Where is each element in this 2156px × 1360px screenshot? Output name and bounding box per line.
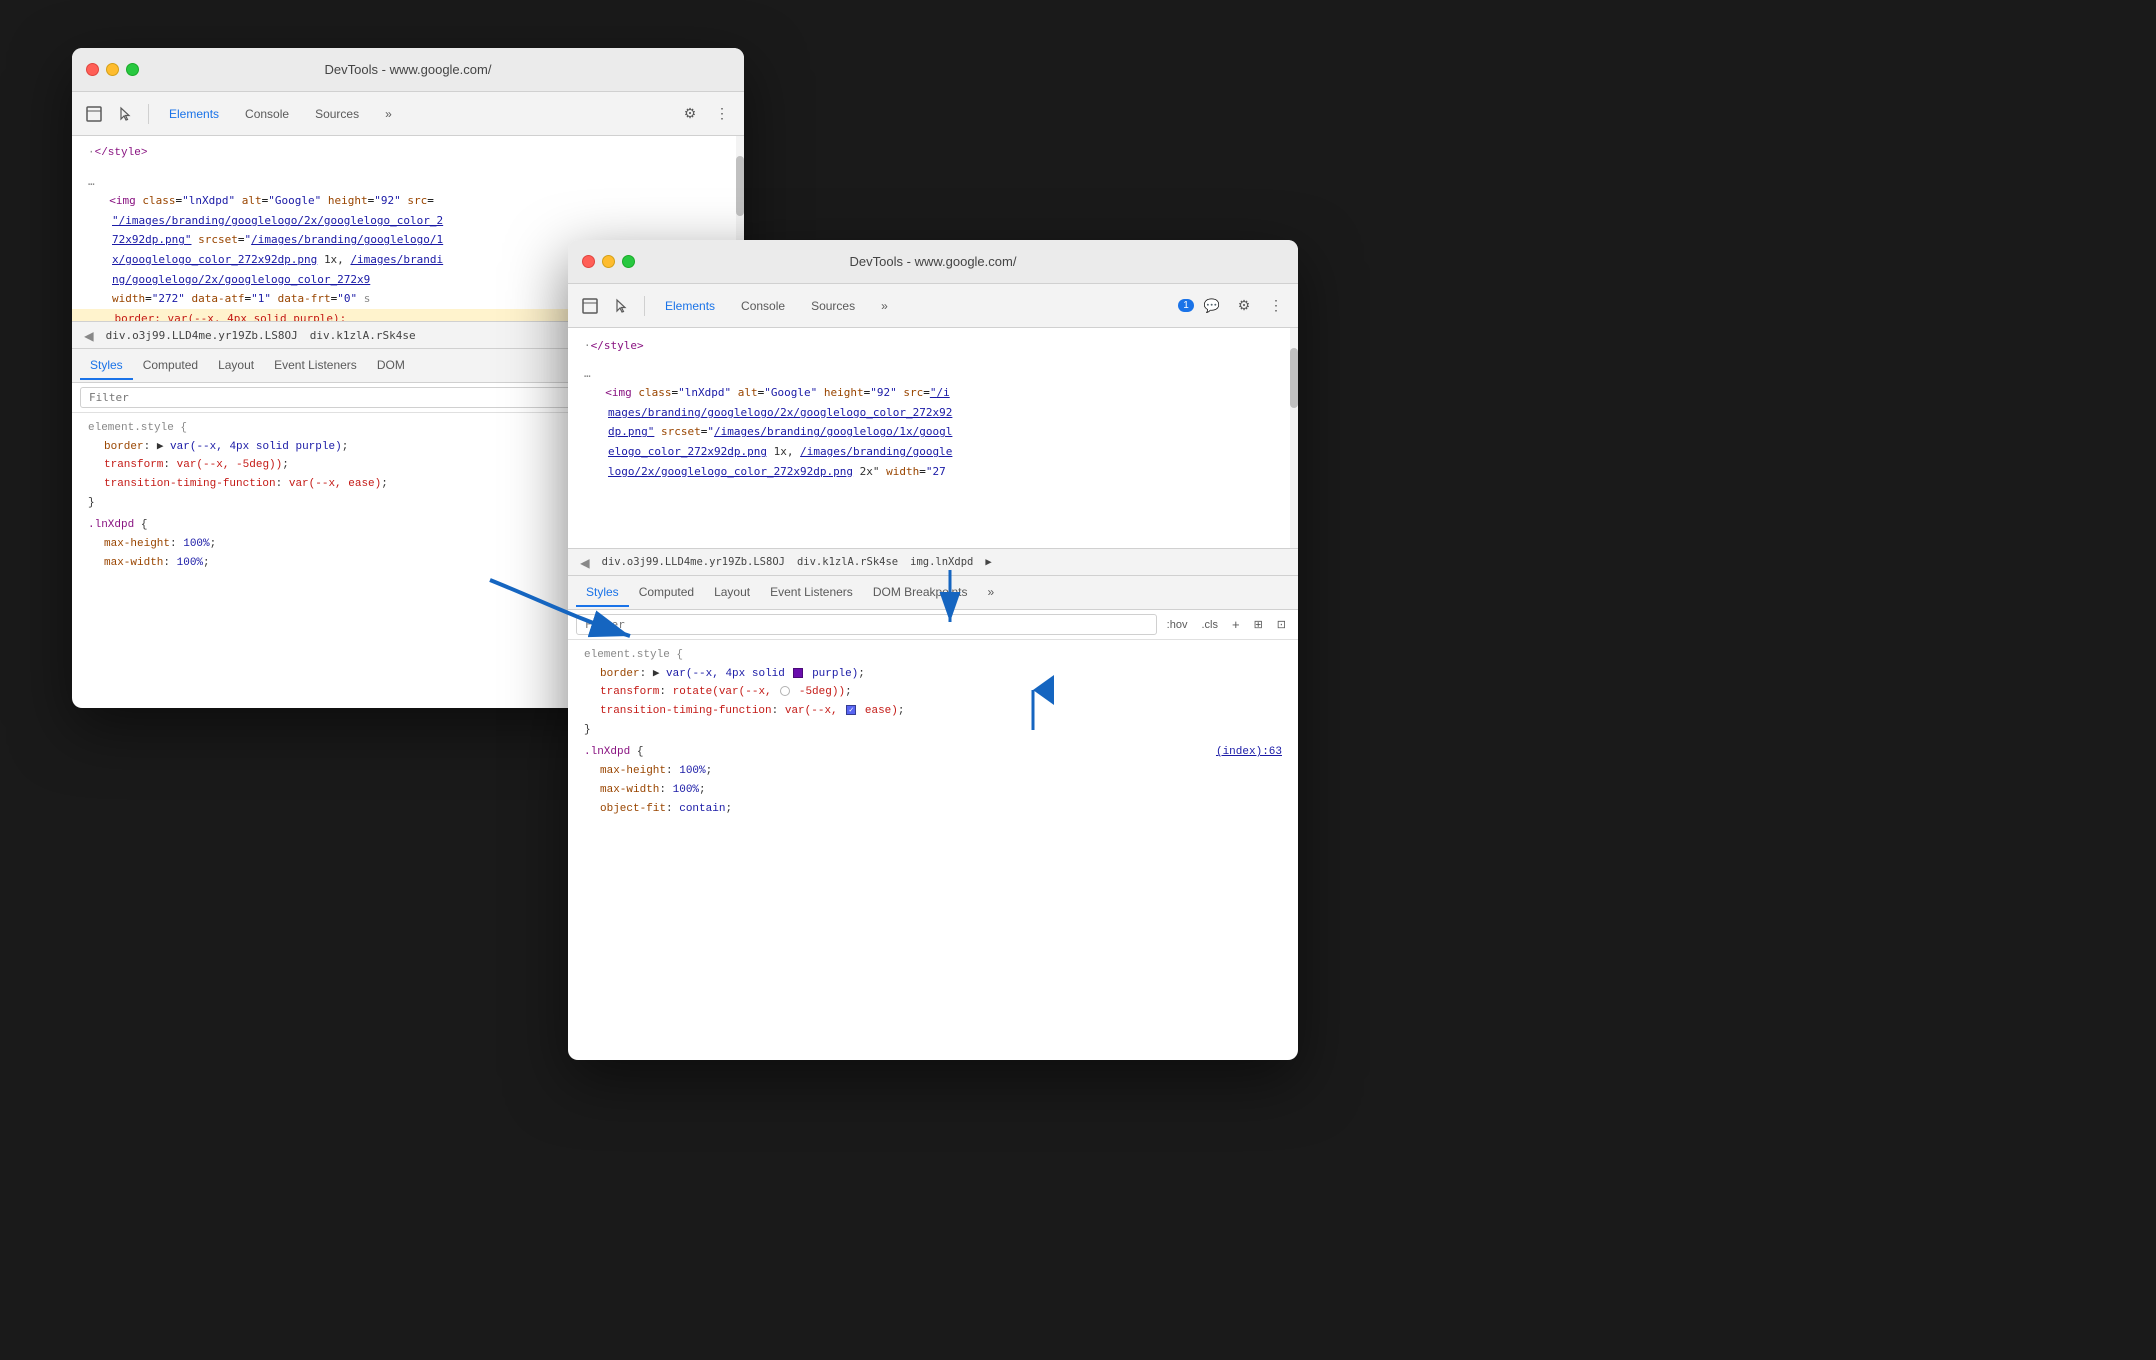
tab-elements-1[interactable]: Elements <box>157 102 231 126</box>
breadcrumb-left-arrow-2[interactable]: ◀ <box>576 553 594 572</box>
filter-add-2[interactable]: + <box>1228 615 1244 634</box>
window-title-1: DevTools - www.google.com/ <box>325 62 492 77</box>
css-prop-transition-2: transition-timing-function: var(--x, ✓ e… <box>568 702 1298 721</box>
html-dots-2: … <box>568 364 1298 384</box>
minimize-button-2[interactable] <box>602 255 615 268</box>
titlebar-2: DevTools - www.google.com/ <box>568 240 1298 284</box>
css-prop-transform-2: transform: rotate(var(--x, -5deg)); <box>568 683 1298 702</box>
styles-tab-more-2[interactable]: » <box>978 579 1005 607</box>
inspect-icon-2[interactable] <box>576 292 604 320</box>
filter-input-2[interactable] <box>576 614 1157 635</box>
breadcrumb-item-2[interactable]: div.k1zlA.rSk4se <box>306 327 420 344</box>
html-cont2-3: elogo_color_272x92dp.png 1x, /images/bra… <box>568 442 1298 462</box>
maximize-button-1[interactable] <box>126 63 139 76</box>
scrollbar-thumb-1[interactable] <box>736 156 744 216</box>
breadcrumb-more-2[interactable]: ▶ <box>981 554 995 570</box>
breadcrumb-item-1[interactable]: div.o3j99.LLD4me.yr19Zb.LS8OJ <box>102 327 302 344</box>
css-close-2: } <box>568 721 1298 740</box>
css-prop-maxh-2: max-height: 100%; <box>568 762 1298 781</box>
css-prop-objfit-2: object-fit: contain; <box>568 800 1298 819</box>
circle-swatch-transform[interactable] <box>780 686 790 696</box>
html-panel-2: ·</style> … <img class="lnXdpd" alt="Goo… <box>568 328 1298 548</box>
html-cont2-2: dp.png" srcset="/images/branding/googlel… <box>568 422 1298 442</box>
css-selector-lnXdpd-2: .lnXdpd { (index):63 <box>568 743 1298 762</box>
tab-sources-1[interactable]: Sources <box>303 102 371 126</box>
html-cont2-1: mages/branding/googlelogo/2x/googlelogo_… <box>568 403 1298 423</box>
scrollbar-thumb-2[interactable] <box>1290 348 1298 408</box>
toolbar-1: Elements Console Sources » ⚙ ⋮ <box>72 92 744 136</box>
styles-tab-events-2[interactable]: Event Listeners <box>760 579 863 607</box>
scrollbar-2[interactable] <box>1290 328 1298 548</box>
html-img-line: <img class="lnXdpd" alt="Google" height=… <box>72 191 744 211</box>
tab-console-2[interactable]: Console <box>729 294 797 318</box>
html-line: ·</style> <box>72 144 744 164</box>
filter-bar-2: :hov .cls + ⊞ ⊡ <box>568 610 1298 640</box>
tab-elements-2[interactable]: Elements <box>653 294 727 318</box>
css-prop-border-2: border: ▶ var(--x, 4px solid purple); <box>568 665 1298 684</box>
styles-tab-events-1[interactable]: Event Listeners <box>264 352 367 380</box>
gear-icon-2[interactable]: ⚙ <box>1230 292 1258 320</box>
styles-tab-dom-2[interactable]: DOM Breakpoints <box>863 579 978 607</box>
toolbar-tabs-2: Elements Console Sources » <box>653 294 1174 318</box>
close-button-2[interactable] <box>582 255 595 268</box>
styles-tab-computed-1[interactable]: Computed <box>133 352 208 380</box>
toolbar-separator-2 <box>644 296 645 316</box>
html-img-2: <img class="lnXdpd" alt="Google" height=… <box>568 383 1298 403</box>
tab-more-2[interactable]: » <box>869 294 900 318</box>
styles-tab-layout-1[interactable]: Layout <box>208 352 264 380</box>
traffic-lights-2 <box>582 255 635 268</box>
html-dots: … <box>72 172 744 192</box>
cursor-icon[interactable] <box>112 100 140 128</box>
html-cont-1: "/images/branding/googlelogo/2x/googlelo… <box>72 211 744 231</box>
more-vert-icon-2[interactable]: ⋮ <box>1262 292 1290 320</box>
tab-sources-2[interactable]: Sources <box>799 294 867 318</box>
gear-icon-1[interactable]: ⚙ <box>676 100 704 128</box>
styles-tab-styles-1[interactable]: Styles <box>80 352 133 380</box>
css-source-link[interactable]: (index):63 <box>1216 743 1282 762</box>
breadcrumb-left-arrow[interactable]: ◀ <box>80 326 98 345</box>
filter-cls-2[interactable]: .cls <box>1197 617 1222 633</box>
html-spacer-2 <box>568 356 1298 364</box>
toolbar-right-2: 1 💬 ⚙ ⋮ <box>1178 292 1290 320</box>
styles-tab-layout-2[interactable]: Layout <box>704 579 760 607</box>
more-vert-icon-1[interactable]: ⋮ <box>708 100 736 128</box>
console-badge: 1 <box>1178 299 1194 312</box>
cursor-icon-2[interactable] <box>608 292 636 320</box>
breadcrumb-item-2a[interactable]: div.o3j99.LLD4me.yr19Zb.LS8OJ <box>598 554 789 570</box>
breadcrumb-item-2b[interactable]: div.k1zlA.rSk4se <box>793 554 902 570</box>
toolbar-right-1: ⚙ ⋮ <box>676 100 736 128</box>
styles-tabs-2: Styles Computed Layout Event Listeners D… <box>568 576 1298 610</box>
filter-split-2[interactable]: ⊡ <box>1273 616 1290 633</box>
traffic-lights-1 <box>86 63 139 76</box>
styles-tab-styles-2[interactable]: Styles <box>576 579 629 607</box>
maximize-button-2[interactable] <box>622 255 635 268</box>
window-title-2: DevTools - www.google.com/ <box>850 254 1017 269</box>
filter-grid-2[interactable]: ⊞ <box>1250 616 1267 633</box>
styles-tab-computed-2[interactable]: Computed <box>629 579 704 607</box>
styles-tab-dom-1[interactable]: DOM <box>367 352 415 380</box>
tab-console-1[interactable]: Console <box>233 102 301 126</box>
html-cont2-4: logo/2x/googlelogo_color_272x92dp.png 2x… <box>568 462 1298 482</box>
tab-more-1[interactable]: » <box>373 102 404 126</box>
filter-hov-2[interactable]: :hov <box>1163 617 1192 633</box>
css-selector-line-2: element.style { <box>568 646 1298 665</box>
inspect-icon[interactable] <box>80 100 108 128</box>
breadcrumb-bar-2: ◀ div.o3j99.LLD4me.yr19Zb.LS8OJ div.k1zl… <box>568 548 1298 576</box>
css-panel-2: element.style { border: ▶ var(--x, 4px s… <box>568 640 1298 824</box>
html-spacer <box>72 164 744 172</box>
toolbar-separator <box>148 104 149 124</box>
breadcrumb-item-2c[interactable]: img.lnXdpd <box>906 554 977 570</box>
toolbar-2: Elements Console Sources » 1 💬 ⚙ ⋮ <box>568 284 1298 328</box>
minimize-button-1[interactable] <box>106 63 119 76</box>
html-style-close: ·</style> <box>568 336 1298 356</box>
color-swatch-purple[interactable] <box>793 668 803 678</box>
checkbox-swatch-transition[interactable]: ✓ <box>846 705 856 715</box>
css-prop-maxw-2: max-width: 100%; <box>568 781 1298 800</box>
comment-icon-2[interactable]: 💬 <box>1198 292 1226 320</box>
titlebar-1: DevTools - www.google.com/ <box>72 48 744 92</box>
toolbar-tabs-1: Elements Console Sources » <box>157 102 672 126</box>
close-button-1[interactable] <box>86 63 99 76</box>
devtools-window-2: DevTools - www.google.com/ Elements Cons… <box>568 240 1298 1060</box>
